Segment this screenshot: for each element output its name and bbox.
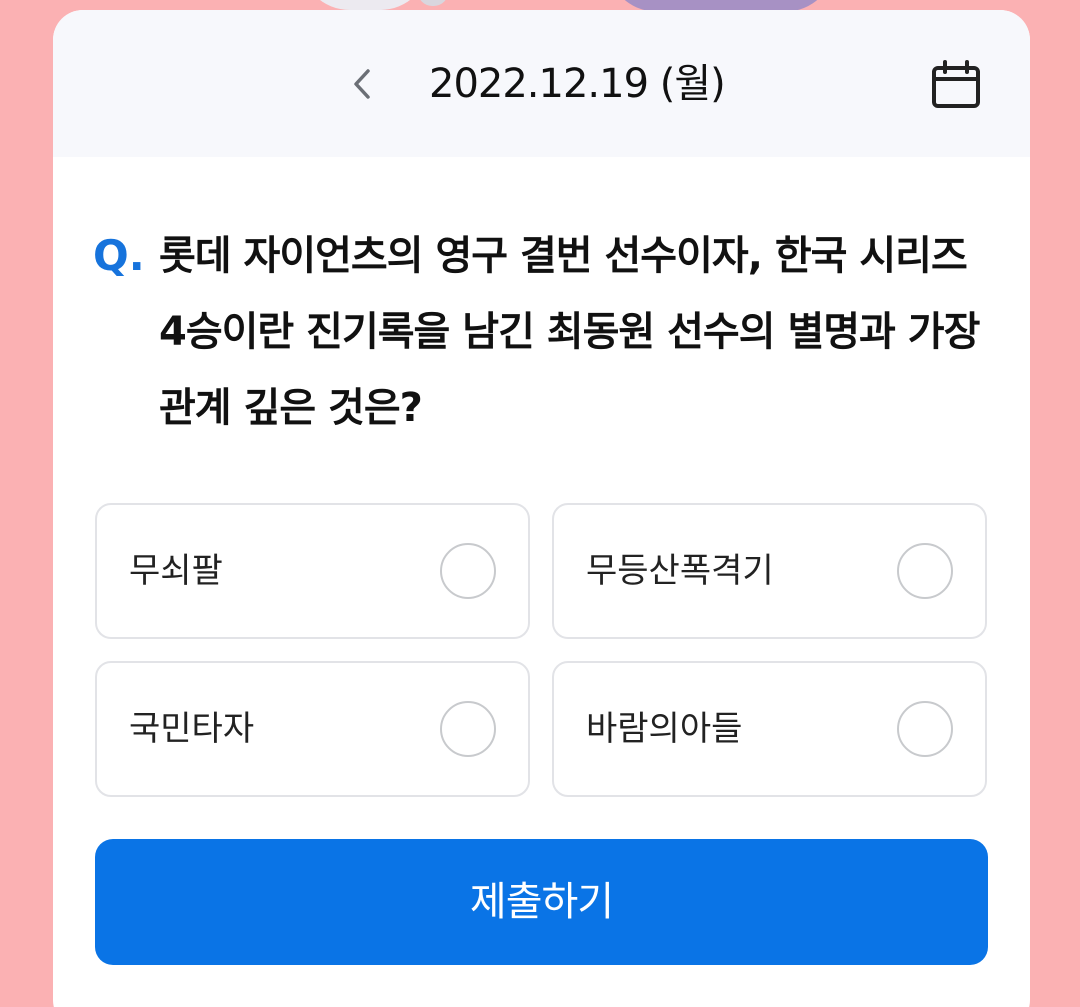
- answer-option-label: 바람의아들: [586, 709, 743, 749]
- radio-circle-icon[interactable]: [440, 543, 496, 599]
- chevron-left-icon: [354, 69, 370, 99]
- answer-option-label: 국민타자: [129, 709, 255, 749]
- submit-button[interactable]: 제출하기: [95, 839, 988, 965]
- previous-date-button[interactable]: [340, 58, 384, 110]
- question-marker: Q.: [93, 231, 145, 280]
- question-text: 롯데 자이언츠의 영구 결번 선수이자, 한국 시리즈 4승이란 진기록을 남긴…: [159, 233, 980, 431]
- radio-circle-icon[interactable]: [897, 543, 953, 599]
- answer-option-4[interactable]: 바람의아들: [552, 661, 987, 797]
- answer-option-1[interactable]: 무쇠팔: [95, 503, 530, 639]
- date-header: 2022.12.19 (월): [53, 10, 1030, 157]
- background-decoration: [300, 0, 430, 10]
- quiz-card: 2022.12.19 (월) Q. 롯데 자이언츠의 영구 결번 선수이자, 한…: [53, 10, 1030, 1007]
- radio-circle-icon[interactable]: [897, 701, 953, 757]
- current-date: 2022.12.19 (월): [429, 61, 726, 107]
- radio-circle-icon[interactable]: [440, 701, 496, 757]
- calendar-icon: [932, 60, 980, 108]
- answer-option-label: 무등산폭격기: [586, 551, 774, 591]
- background-decoration: [418, 0, 448, 6]
- calendar-button[interactable]: [929, 58, 983, 112]
- answer-option-3[interactable]: 국민타자: [95, 661, 530, 797]
- answer-option-label: 무쇠팔: [129, 551, 223, 591]
- answer-option-2[interactable]: 무등산폭격기: [552, 503, 987, 639]
